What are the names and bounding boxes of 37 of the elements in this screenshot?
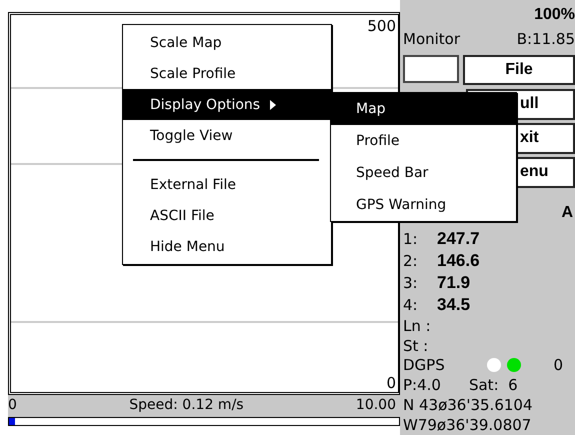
menu-item[interactable]: GPS Warning [331, 189, 516, 221]
axis-label: 500 [367, 17, 396, 35]
speed-label: Speed: 0.12 m/s [129, 397, 244, 415]
satellite-count: Sat: 6 [468, 376, 518, 394]
latitude-label: N 43ø36'35.6104 [403, 396, 532, 414]
file-button[interactable]: File [463, 54, 575, 85]
menu-item[interactable]: Toggle View [123, 120, 331, 151]
menu-item[interactable]: Map [331, 93, 516, 125]
scale-end-label: 10.00 [356, 397, 396, 415]
longitude-label: W79ø36'39.0807 [403, 416, 532, 434]
voltage-label: B:11.85 [516, 30, 575, 48]
reading-value: 146.6 [437, 251, 480, 272]
reading-value: 71.9 [437, 272, 470, 293]
flag-label: A [561, 204, 573, 222]
menu-item[interactable]: Scale Map [123, 27, 331, 58]
dgps-count: 0 [553, 356, 563, 374]
info-label: St : [403, 336, 428, 355]
mode-label: Monitor [403, 30, 460, 48]
menu-item[interactable]: External File [123, 169, 331, 200]
reading-value: 34.5 [437, 294, 470, 315]
menu-item[interactable]: ASCII File [123, 200, 331, 231]
battery-percent: 100% [534, 6, 575, 25]
reading-value: 247.7 [437, 229, 480, 250]
menu-item[interactable]: Hide Menu [123, 231, 331, 262]
indicator-box [403, 54, 459, 83]
reading-label: 2: [403, 252, 419, 270]
dgps-label: DGPS [403, 356, 445, 374]
menu-item[interactable]: Display Options [123, 89, 331, 120]
reading-label: 3: [403, 274, 419, 292]
menu-item[interactable]: Scale Profile [123, 58, 331, 89]
axis-label: 0 [386, 374, 396, 392]
reading-label: 4: [403, 296, 419, 314]
info-label: Ln : [403, 316, 431, 335]
scale-start-label: 0 [8, 397, 17, 415]
reading-label: 1: [403, 230, 419, 248]
pdop-label: P:4.0 [403, 376, 441, 394]
submenu-arrow-icon [270, 100, 276, 110]
